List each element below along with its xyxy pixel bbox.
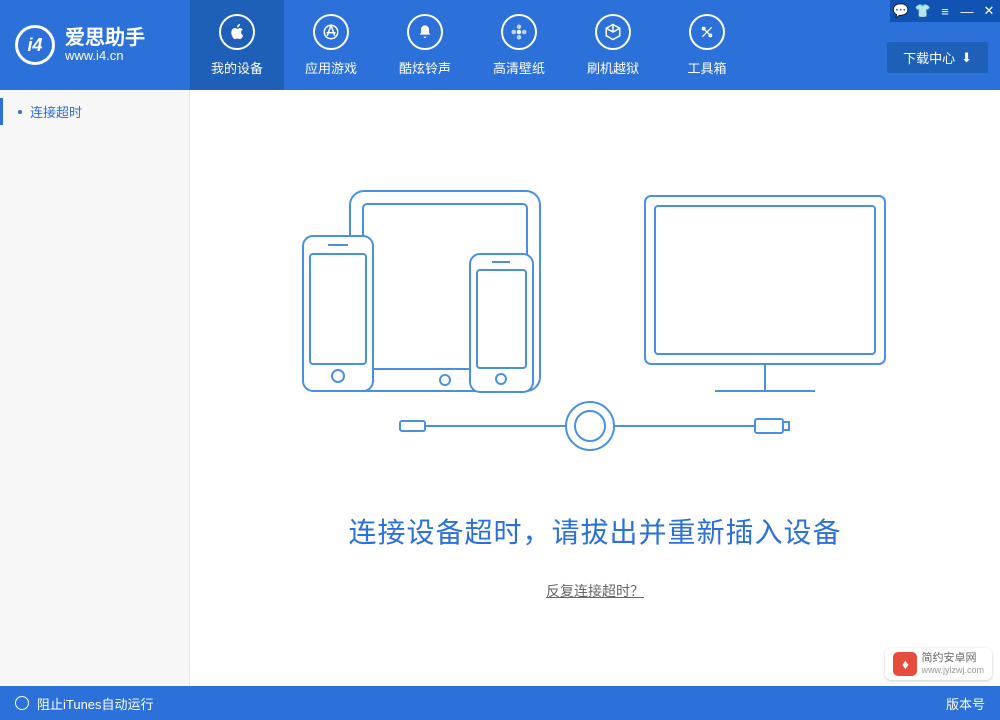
download-center-button[interactable]: 下载中心 ⬇ (887, 42, 988, 73)
bullet-icon (18, 110, 22, 114)
timeout-message: 连接设备超时，请拔出并重新插入设备 (348, 511, 841, 551)
nav-ringtones[interactable]: 酷炫铃声 (378, 0, 472, 90)
app-url: www.i4.cn (65, 49, 145, 63)
download-label: 下载中心 (903, 48, 955, 67)
watermark-url: www.jylzwj.com (921, 665, 984, 676)
sidebar-item-label: 连接超时 (30, 102, 82, 121)
watermark-text: 简约安卓网 www.jylzwj.com (921, 652, 984, 676)
itunes-block-label: 阻止iTunes自动运行 (37, 694, 154, 713)
flower-icon (501, 14, 537, 50)
nav-label: 刷机越狱 (587, 58, 639, 77)
app-title: 爱思助手 (65, 27, 145, 49)
footer: 阻止iTunes自动运行 版本号 (0, 686, 1000, 720)
nav-apps-games[interactable]: 应用游戏 (284, 0, 378, 90)
logo-icon: i4 (15, 25, 55, 65)
download-icon: ⬇ (961, 50, 972, 66)
main-nav: 我的设备 应用游戏 酷炫铃声 高清壁纸 刷机越狱 工具箱 (190, 0, 754, 90)
nav-label: 酷炫铃声 (399, 58, 451, 77)
device-illustration (295, 176, 895, 471)
feedback-icon[interactable]: 💬 (890, 0, 912, 22)
minimize-button[interactable]: — (956, 0, 978, 22)
body-area: 连接超时 (0, 90, 1000, 686)
itunes-block-toggle[interactable]: 阻止iTunes自动运行 (15, 694, 154, 713)
nav-label: 高清壁纸 (493, 58, 545, 77)
menu-icon[interactable]: ≡ (934, 0, 956, 22)
radio-icon (15, 696, 29, 710)
header: i4 爱思助手 www.i4.cn 我的设备 应用游戏 酷炫铃声 高清壁纸 刷机… (0, 0, 1000, 90)
bell-icon (407, 14, 443, 50)
nav-my-device[interactable]: 我的设备 (190, 0, 284, 90)
nav-toolbox[interactable]: 工具箱 (660, 0, 754, 90)
sidebar: 连接超时 (0, 90, 190, 686)
sidebar-item-timeout[interactable]: 连接超时 (0, 90, 189, 133)
logo-area: i4 爱思助手 www.i4.cn (0, 0, 190, 90)
apps-icon (313, 14, 349, 50)
nav-flash-jailbreak[interactable]: 刷机越狱 (566, 0, 660, 90)
version-label: 版本号 (946, 694, 985, 713)
nav-label: 我的设备 (211, 58, 263, 77)
window-controls: 💬 👕 ≡ — ✕ (890, 0, 1000, 22)
skin-icon[interactable]: 👕 (912, 0, 934, 22)
watermark: ♦ 简约安卓网 www.jylzwj.com (885, 648, 992, 680)
close-button[interactable]: ✕ (978, 0, 1000, 22)
apple-icon (219, 14, 255, 50)
main-content: 连接设备超时，请拔出并重新插入设备 反复连接超时？ (190, 90, 1000, 686)
watermark-icon: ♦ (893, 652, 917, 676)
box-icon (595, 14, 631, 50)
nav-label: 工具箱 (687, 58, 726, 77)
logo-text: 爱思助手 www.i4.cn (65, 27, 145, 63)
watermark-name: 简约安卓网 (921, 652, 984, 665)
nav-wallpapers[interactable]: 高清壁纸 (472, 0, 566, 90)
tools-icon (689, 14, 725, 50)
nav-label: 应用游戏 (305, 58, 357, 77)
help-link[interactable]: 反复连接超时？ (546, 581, 644, 601)
